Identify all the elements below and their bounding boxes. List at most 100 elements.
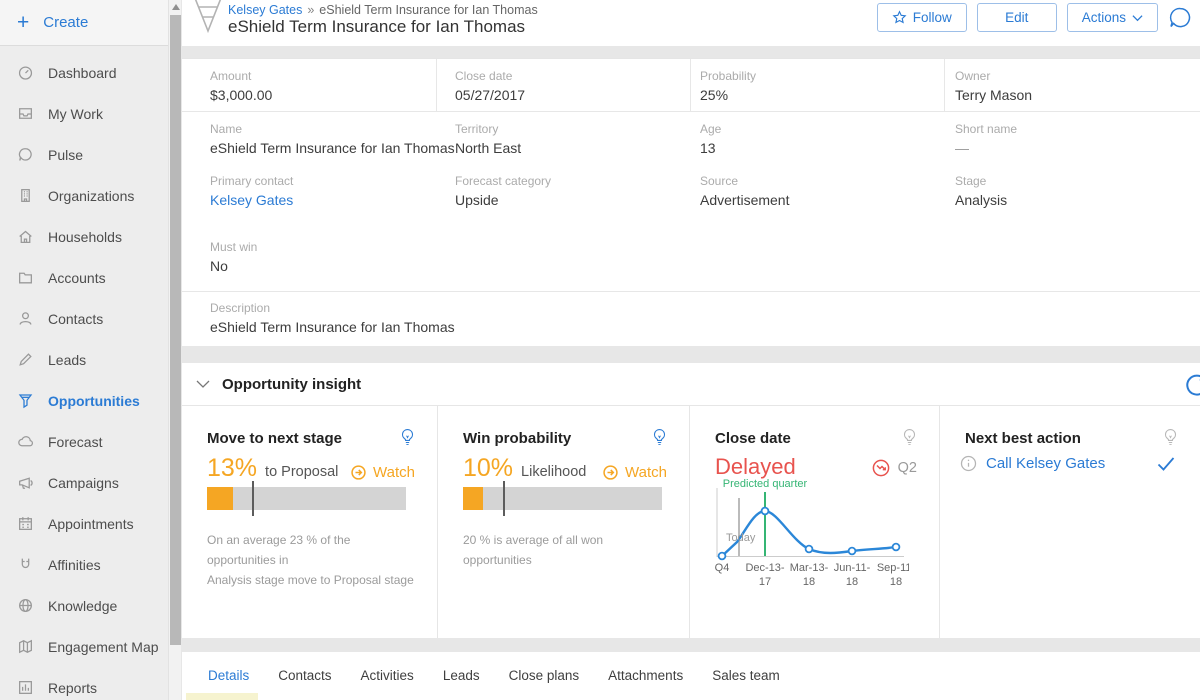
caption-line: 20 % is average of all won opportunities [463,530,673,570]
sidebar-item-forecast[interactable]: Forecast [0,421,168,462]
bulb-icon[interactable] [902,428,917,453]
insight-cards: Move to next stage 13% to Proposal Watch [182,406,1200,638]
bulb-icon[interactable] [652,428,667,453]
tab-sales-team[interactable]: Sales team [712,668,780,683]
create-button[interactable]: + Create [0,0,168,46]
info-icon[interactable] [960,455,977,472]
sidebar-item-engagement-map[interactable]: Engagement Map [0,626,168,667]
sidebar-item-pulse[interactable]: Pulse [0,134,168,175]
card-title: Close date [715,430,917,447]
breadcrumb: Kelsey Gates»eShield Term Insurance for … [228,3,538,17]
sidebar-scrollbar[interactable] [168,0,181,700]
next-action-row: Call Kelsey Gates [960,455,1176,472]
sidebar-item-affinities[interactable]: Affinities [0,544,168,585]
record-tabs: Details Contacts Activities Leads Close … [182,652,1200,683]
map-icon [17,638,34,655]
sidebar-item-appointments[interactable]: Appointments [0,503,168,544]
card-close-date: Close date Delayed Q2 [690,406,940,638]
x-tick: 18 [846,576,858,588]
star-icon [892,10,907,25]
create-label: Create [43,14,88,31]
sidebar-item-reports[interactable]: Reports [0,667,168,700]
sidebar-item-opportunities[interactable]: Opportunities [0,380,168,421]
edit-label: Edit [1005,10,1028,25]
caption-line: On an average 23 % of the opportunities … [207,530,421,570]
sidebar-item-label: Dashboard [48,65,117,81]
sidebar-item-label: Appointments [48,516,134,532]
sidebar-item-my-work[interactable]: My Work [0,93,168,134]
crm-app: + Create Dashboard My Work Pulse Organiz… [0,0,1200,700]
scrollbar-thumb[interactable] [170,15,181,645]
sidebar-item-dashboard[interactable]: Dashboard [0,52,168,93]
check-icon[interactable] [1156,456,1176,472]
details-panel: Amount $3,000.00 Close date 05/27/2017 P… [182,58,1200,346]
actions-label: Actions [1082,10,1126,25]
x-tick: Q4 [715,562,730,574]
field-value: 25% [700,87,756,103]
tab-details[interactable]: Details [208,668,249,683]
field-label: Amount [210,69,272,83]
x-tick: Jun-11- [834,562,871,574]
bulb-icon[interactable] [400,428,415,453]
insight-section-header[interactable]: Opportunity insight [182,363,1200,406]
card-next-best-action: Next best action Call Kelsey Gates [940,406,1200,638]
scroll-up-arrow-icon[interactable] [172,4,180,10]
field-age: Age 13 [700,122,721,156]
tab-activities[interactable]: Activities [361,668,414,683]
sidebar-item-label: My Work [48,106,103,122]
bulb-icon[interactable] [1163,428,1178,453]
sidebar-item-campaigns[interactable]: Campaigns [0,462,168,503]
field-label: Probability [700,69,756,83]
metric-row: 13% to Proposal Watch [207,454,415,483]
field-primary-contact: Primary contact Kelsey Gates [210,174,293,208]
sidebar-item-organizations[interactable]: Organizations [0,175,168,216]
breadcrumb-current: eShield Term Insurance for Ian Thomas [319,3,537,17]
sidebar-item-label: Leads [48,352,86,368]
tab-attachments[interactable]: Attachments [608,668,683,683]
watch-button[interactable]: Watch [602,464,667,481]
watch-arrow-icon [602,464,619,481]
field-value: North East [455,140,521,156]
next-action-link[interactable]: Call Kelsey Gates [986,455,1147,472]
stage-benchmark-marker [252,481,254,516]
follow-label: Follow [913,10,952,25]
field-label: Close date [455,69,525,83]
primary-contact-link[interactable]: Kelsey Gates [210,192,293,208]
sidebar-item-knowledge[interactable]: Knowledge [0,585,168,626]
chat-bubble-icon [1167,5,1194,32]
card-move-to-next-stage: Move to next stage 13% to Proposal Watch [182,406,438,638]
field-amount: Amount $3,000.00 [210,69,272,103]
tab-close-plans[interactable]: Close plans [509,668,580,683]
field-value: Upside [455,192,551,208]
refresh-button[interactable] [1183,372,1200,403]
sidebar-item-households[interactable]: Households [0,216,168,257]
inbox-icon [17,105,34,122]
field-value: eShield Term Insurance for Ian Thomas [210,319,455,335]
field-value: No [210,258,257,274]
building-icon [17,187,34,204]
stage-caption: On an average 23 % of the opportunities … [207,530,421,590]
megaphone-icon [17,474,34,491]
actions-button[interactable]: Actions [1067,3,1158,32]
edit-button[interactable]: Edit [977,3,1057,32]
sidebar-item-accounts[interactable]: Accounts [0,257,168,298]
sidebar-item-leads[interactable]: Leads [0,339,168,380]
stage-progress-fill [207,487,233,510]
record-header: Kelsey Gates»eShield Term Insurance for … [182,0,1200,46]
tab-contacts[interactable]: Contacts [278,668,331,683]
field-name: Name eShield Term Insurance for Ian Thom… [210,122,455,156]
watch-label: Watch [373,464,415,481]
breadcrumb-parent-link[interactable]: Kelsey Gates [228,3,302,17]
predicted-quarter-value: Q2 [871,458,917,478]
field-description: Description eShield Term Insurance for I… [210,301,455,335]
field-owner: Owner Terry Mason [955,69,1032,103]
follow-button[interactable]: Follow [877,3,967,32]
chat-bubble-button[interactable] [1167,5,1194,37]
x-tick: Mar-13- [790,562,829,574]
sidebar-item-contacts[interactable]: Contacts [0,298,168,339]
tab-leads[interactable]: Leads [443,668,480,683]
watch-button[interactable]: Watch [350,464,415,481]
x-tick: Sep-11- [877,562,909,574]
speech-bubble-icon [17,146,34,163]
trend-down-icon [871,458,891,478]
